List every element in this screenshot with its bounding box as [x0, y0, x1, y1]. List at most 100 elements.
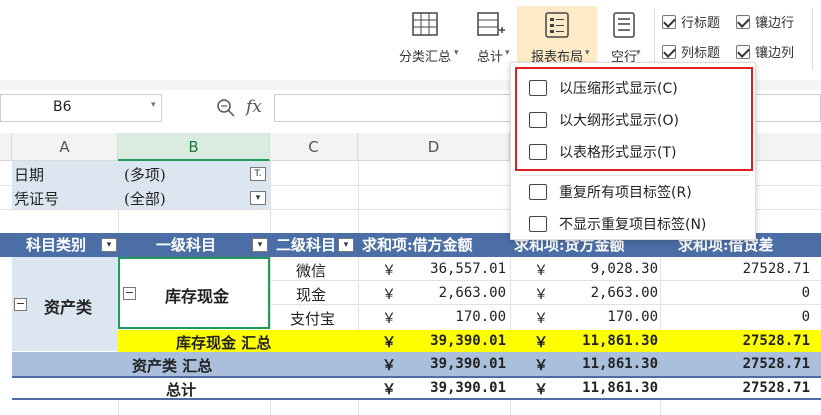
column-header-a[interactable]: A	[12, 133, 118, 161]
menu-item-no-repeat-labels[interactable]: 不显示重复项目标签(N)	[511, 209, 755, 239]
column-header-b[interactable]: B	[118, 133, 270, 161]
currency-sign: ￥	[534, 311, 548, 327]
currency-sign: ￥	[534, 358, 548, 374]
row-credit: 9,028.30	[590, 261, 658, 277]
filter-value-voucher[interactable]: (全部)	[124, 188, 166, 209]
currency-sign: ￥	[534, 263, 548, 279]
currency-sign: ￥	[382, 287, 396, 303]
category-total-debit: 39,390.01	[430, 356, 506, 372]
row-header-label: 行标题	[681, 16, 721, 31]
chevron-down-icon: ▾	[636, 48, 641, 58]
category-total-diff: 27528.71	[742, 356, 810, 372]
checkbox-checked-icon	[662, 14, 676, 29]
filter-icon[interactable]: ▾	[338, 238, 354, 252]
row-debit: 2,663.00	[438, 285, 506, 301]
checkbox-checked-icon	[736, 14, 750, 29]
menu-item-outline[interactable]: 以大纲形式显示(O)	[511, 105, 755, 135]
filter-icon[interactable]: ▾	[101, 238, 117, 252]
checkbox-checked-icon	[662, 44, 676, 59]
grand-total-button[interactable]: 总计	[466, 6, 514, 72]
row-credit: 170.00	[607, 309, 658, 325]
chevron-down-icon: ▾	[585, 48, 590, 58]
chevron-down-icon: ▾	[505, 48, 510, 58]
row-diff: 0	[801, 309, 810, 325]
row-header-checkbox[interactable]: 行标题	[662, 12, 720, 31]
banded-rows-label: 镶边行	[755, 16, 795, 31]
level1-value: 库存现金	[165, 287, 230, 306]
row-name: 支付宝	[290, 310, 336, 328]
row-diff: 27528.71	[742, 261, 810, 277]
grand-total-icon	[477, 12, 505, 36]
header-level1: 一级科目	[156, 236, 217, 254]
currency-sign: ￥	[534, 335, 548, 351]
currency-sign: ￥	[382, 263, 396, 279]
report-layout-menu: 以压缩形式显示(C) 以大纲形式显示(O) 以表格形式显示(T) 重复所有项目标…	[510, 62, 756, 240]
filter-applied-icon[interactable]: T.	[250, 167, 266, 181]
collapse-icon[interactable]: −	[123, 287, 136, 300]
grand-total-credit: 11,861.30	[582, 380, 658, 396]
grand-total-label: 总计	[476, 50, 503, 65]
fx-icon[interactable]: fx	[246, 97, 262, 117]
currency-sign: ￥	[534, 287, 548, 303]
chevron-down-icon[interactable]: ▾	[151, 100, 156, 110]
category-value: 资产类	[44, 298, 93, 317]
grand-total-debit: 39,390.01	[430, 380, 506, 396]
ribbon-divider	[812, 8, 813, 70]
no-repeat-labels-icon	[529, 216, 547, 232]
corner-cell[interactable]	[0, 133, 12, 161]
header-category: 科目类别	[26, 236, 87, 254]
menu-item-label: 以压缩形式显示(C)	[559, 81, 678, 97]
category-total-credit: 11,861.30	[582, 356, 658, 372]
filter-icon[interactable]: ▾	[252, 238, 268, 252]
banded-rows-checkbox[interactable]: 镶边行	[736, 12, 794, 31]
menu-item-label: 不显示重复项目标签(N)	[559, 217, 707, 233]
subtotal-label: 库存现金 汇总	[176, 334, 272, 352]
menu-item-label: 以大纲形式显示(O)	[559, 113, 679, 129]
column-header-c[interactable]: C	[270, 133, 358, 161]
row-credit: 2,663.00	[590, 285, 658, 301]
column-header-checkbox[interactable]: 列标题	[662, 42, 720, 61]
currency-sign: ￥	[382, 311, 396, 327]
checkbox-checked-icon	[736, 44, 750, 59]
menu-item-label: 以表格形式显示(T)	[559, 145, 677, 161]
repeat-labels-icon	[529, 184, 547, 200]
currency-sign: ￥	[534, 382, 548, 398]
filter-value-date[interactable]: (多项)	[124, 164, 166, 185]
name-box[interactable]: B6 ▾	[0, 94, 162, 122]
subtotal-debit: 39,390.01	[430, 333, 506, 349]
menu-item-repeat-labels[interactable]: 重复所有项目标签(R)	[511, 177, 755, 207]
header-debit: 求和项:借方金额	[362, 236, 473, 254]
blank-rows-icon	[613, 12, 635, 38]
column-header-d[interactable]: D	[358, 133, 510, 161]
category-total-label: 资产类 汇总	[132, 357, 213, 375]
report-layout-icon	[545, 12, 569, 38]
subtotal-diff: 27528.71	[742, 333, 810, 349]
filter-label-date: 日期	[14, 166, 45, 184]
zoom-icon[interactable]	[216, 98, 236, 118]
grand-total-label: 总计	[166, 381, 197, 399]
currency-sign: ￥	[382, 382, 396, 398]
banded-columns-checkbox[interactable]: 镶边列	[736, 42, 794, 61]
menu-divider	[519, 175, 749, 176]
collapse-icon[interactable]: −	[14, 298, 27, 311]
menu-item-tabular[interactable]: 以表格形式显示(T)	[511, 137, 755, 167]
dropdown-arrow-icon[interactable]: ▾	[250, 191, 266, 205]
outline-form-icon	[529, 112, 547, 128]
currency-sign: ￥	[382, 358, 396, 374]
ribbon-divider	[654, 8, 655, 70]
tabular-form-icon	[529, 144, 547, 160]
row-diff: 0	[801, 285, 810, 301]
subtotal-label: 分类汇总	[398, 50, 451, 65]
row-name: 现金	[296, 286, 327, 304]
menu-item-label: 重复所有项目标签(R)	[559, 185, 692, 201]
subtotal-button[interactable]: 分类汇总	[388, 6, 462, 72]
subtotal-credit: 11,861.30	[582, 333, 658, 349]
cell-reference: B6	[53, 99, 72, 115]
row-name: 微信	[296, 262, 327, 280]
header-level2: 二级科目	[276, 236, 336, 254]
row-debit: 36,557.01	[430, 261, 506, 277]
filter-label-voucher: 凭证号	[14, 190, 60, 208]
banded-columns-label: 镶边列	[755, 46, 795, 61]
menu-item-compact[interactable]: 以压缩形式显示(C)	[511, 73, 755, 103]
chevron-down-icon: ▾	[454, 48, 459, 58]
